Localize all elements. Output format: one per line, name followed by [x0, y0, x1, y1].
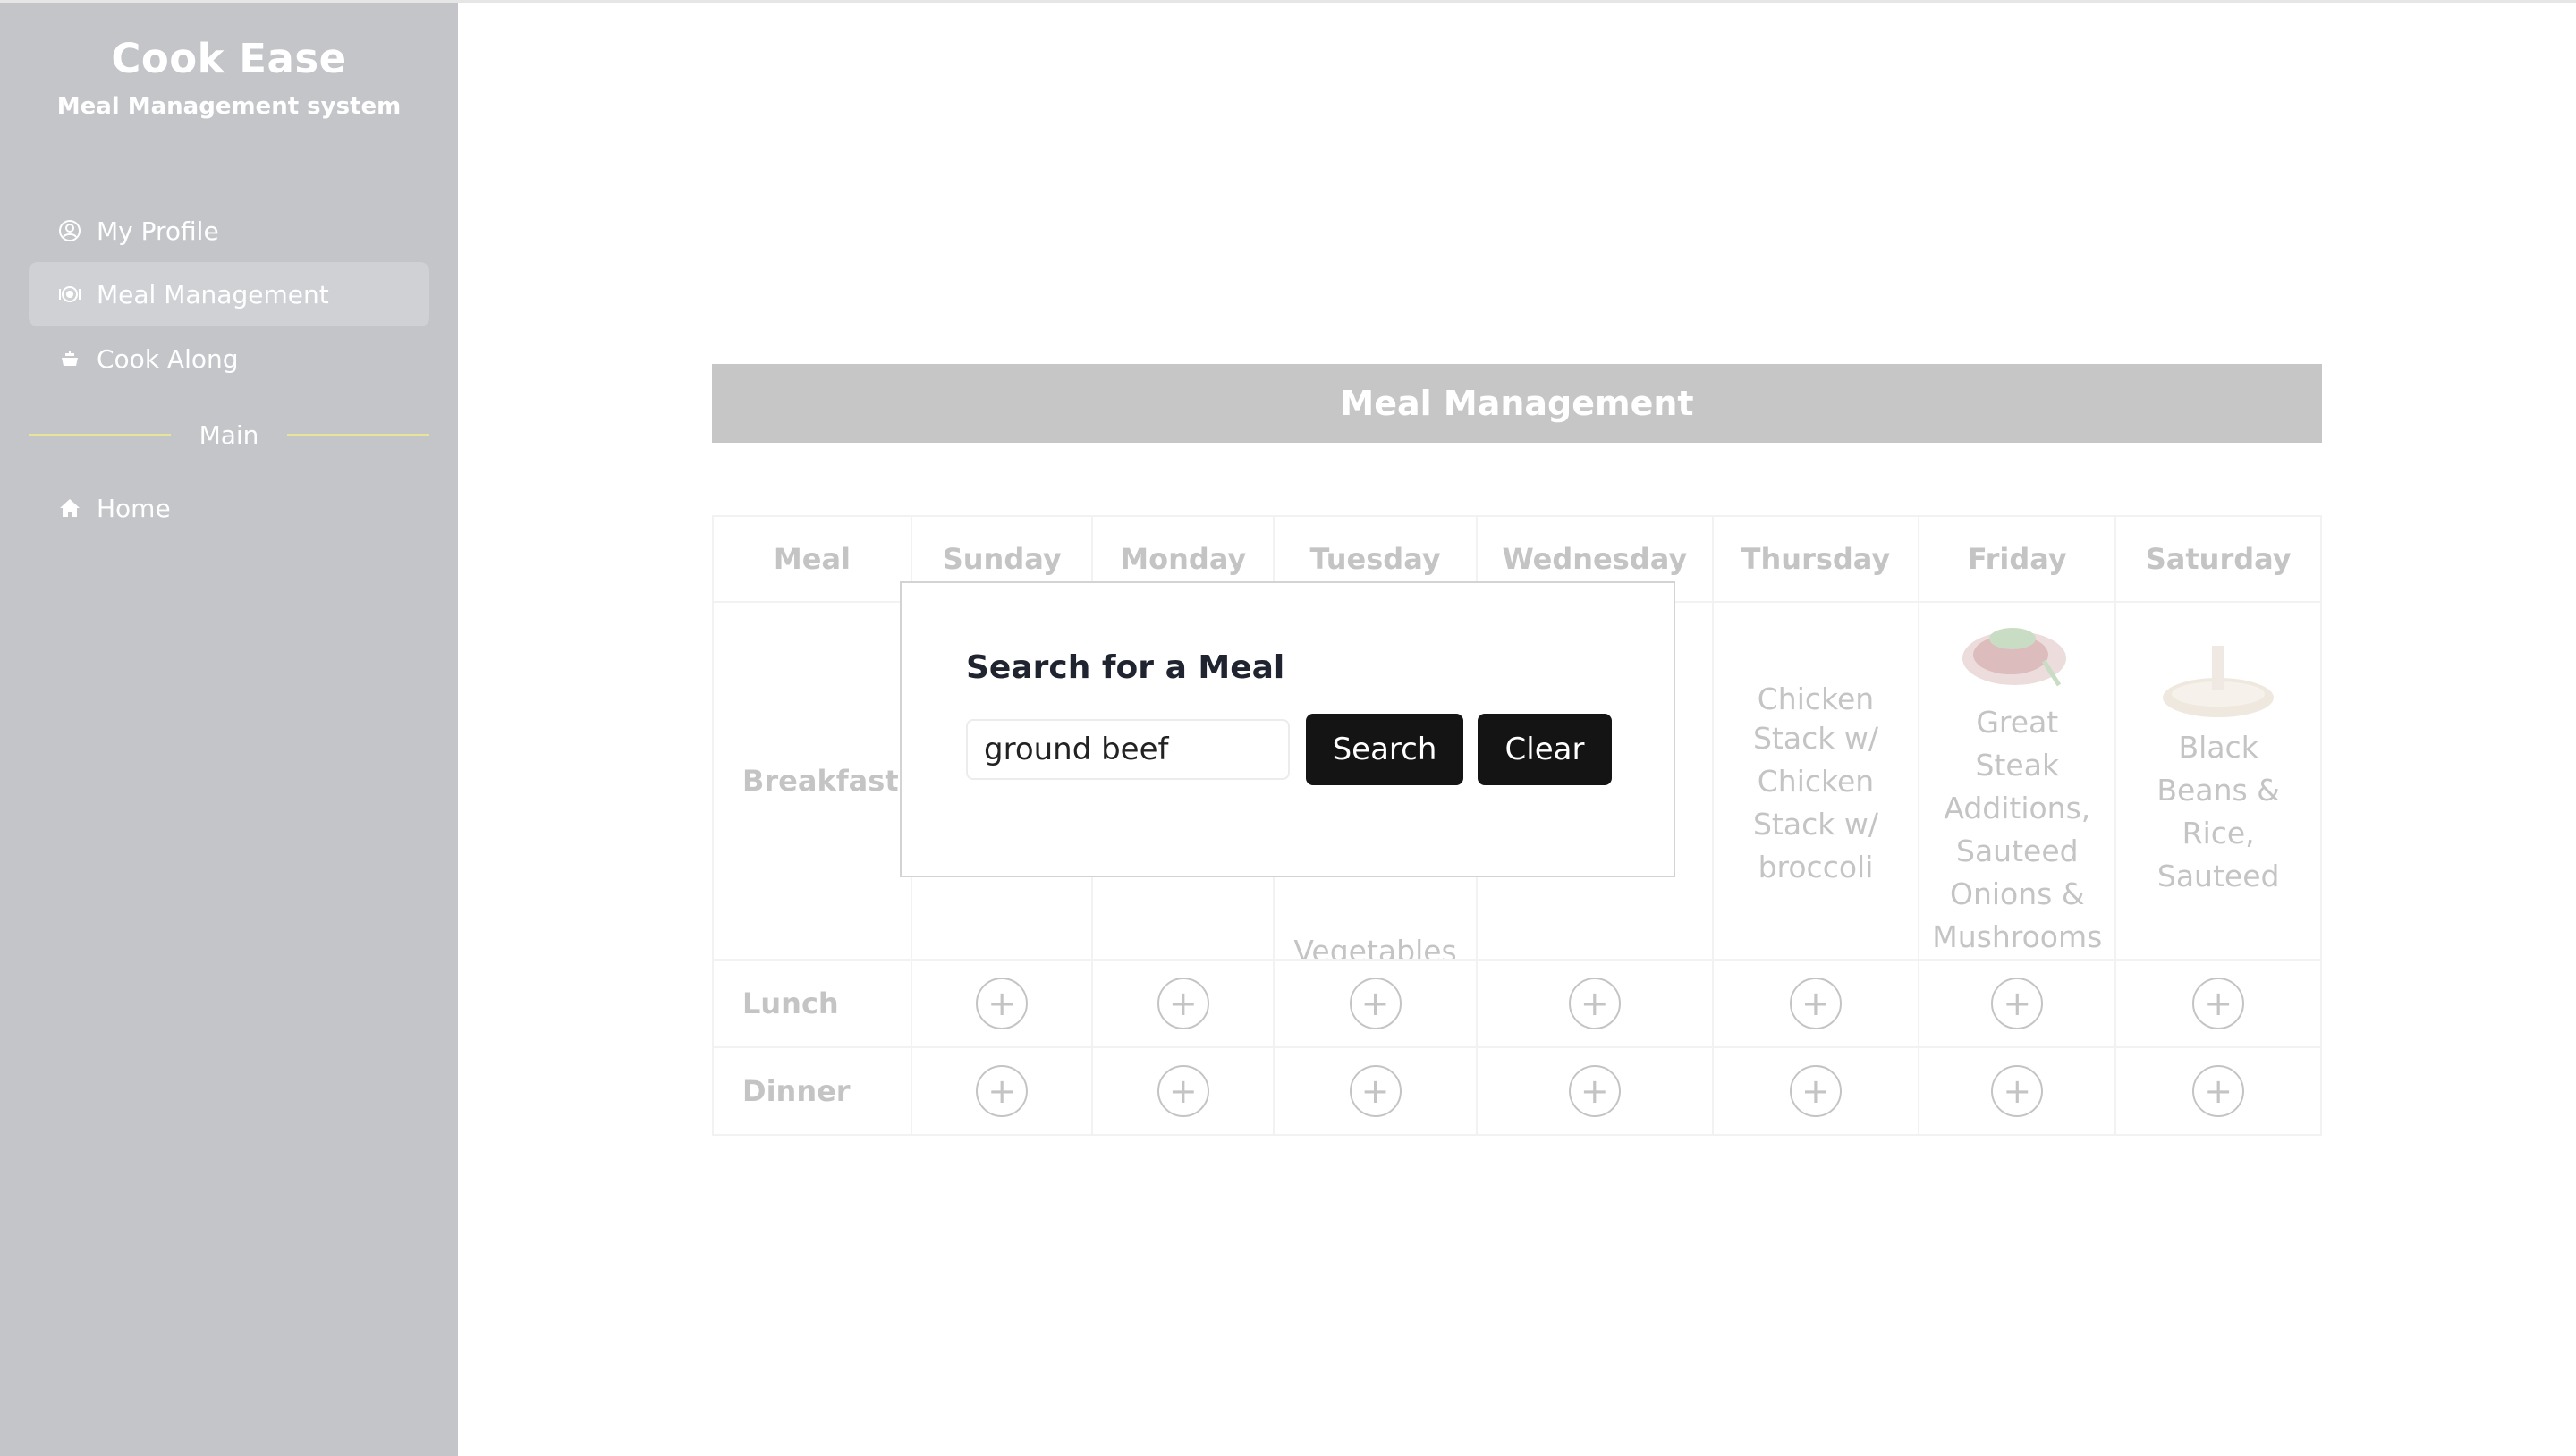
lunch-thursday-cell: + — [1711, 959, 1920, 1048]
home-icon — [57, 495, 82, 521]
sidebar: Cook Ease Meal Management system My Prof… — [0, 3, 458, 1456]
add-meal-button[interactable]: + — [2192, 978, 2245, 1029]
dinner-sunday-cell: + — [910, 1046, 1094, 1136]
lunch-sunday-cell: + — [910, 959, 1094, 1048]
meal-name: Great Steak Additions, Sauteed Onions & … — [1932, 705, 2103, 954]
add-meal-button[interactable]: + — [1991, 1065, 2044, 1117]
meal-name: Black Beans & Rice, Sauteed — [2157, 730, 2280, 893]
sidebar-item-my-profile[interactable]: My Profile — [29, 199, 429, 263]
steak-meal-image — [1962, 628, 2067, 687]
plate-icon — [57, 282, 82, 307]
search-button[interactable]: Search — [1306, 714, 1463, 785]
clear-button[interactable]: Clear — [1478, 714, 1612, 785]
page-title: Meal Management — [1340, 384, 1694, 423]
app-subtitle: Meal Management system — [56, 93, 402, 120]
add-meal-button[interactable]: + — [1991, 978, 2044, 1029]
dinner-monday-cell: + — [1091, 1046, 1275, 1136]
dinner-friday-cell: + — [1918, 1046, 2117, 1136]
add-meal-button[interactable]: + — [2192, 1065, 2245, 1117]
add-meal-button[interactable]: + — [1349, 978, 1402, 1029]
column-header-friday: Friday — [1918, 515, 2117, 603]
dinner-thursday-cell: + — [1711, 1046, 1920, 1136]
lunch-wednesday-cell: + — [1476, 959, 1714, 1048]
sidebar-item-label: Meal Management — [97, 279, 329, 309]
sidebar-item-label: Cook Along — [97, 343, 239, 374]
table-row-lunch: Lunch + + + + + + + — [712, 959, 2322, 1048]
lunch-saturday-cell: + — [2114, 959, 2322, 1048]
table-row-dinner: Dinner + + + + + + + — [712, 1046, 2322, 1136]
sidebar-item-label: Home — [97, 493, 171, 523]
column-header-meal: Meal — [712, 515, 912, 603]
dinner-saturday-cell: + — [2114, 1046, 2322, 1136]
meal-name: Chicken Stack w/ broccoli — [1752, 764, 1878, 885]
broken-image-alt-text: Chicken Stack w/ — [1752, 681, 1878, 756]
sidebar-item-cook-along[interactable]: Cook Along — [29, 326, 429, 391]
page-title-bar: Meal Management — [712, 364, 2322, 443]
sidebar-item-home[interactable]: Home — [29, 476, 429, 540]
section-label: Main — [199, 419, 259, 450]
user-circle-icon — [57, 218, 82, 243]
sidebar-item-label: My Profile — [97, 216, 219, 246]
breakfast-friday-cell[interactable]: Great Steak Additions, Sauteed Onions & … — [1918, 601, 2117, 961]
modal-title: Search for a Meal — [966, 649, 1285, 686]
lunch-tuesday-cell: + — [1273, 959, 1479, 1048]
section-divider-main: Main — [29, 419, 429, 451]
add-meal-button[interactable]: + — [1568, 1065, 1621, 1117]
breakfast-saturday-cell[interactable]: Black Beans & Rice, Sauteed — [2114, 601, 2322, 961]
add-meal-button[interactable]: + — [1789, 1065, 1842, 1117]
meal-search-input[interactable] — [966, 719, 1290, 780]
add-meal-button[interactable]: + — [976, 1065, 1029, 1117]
sidebar-item-meal-management[interactable]: Meal Management — [29, 262, 429, 326]
pot-icon — [57, 346, 82, 371]
lunch-friday-cell: + — [1918, 959, 2117, 1048]
add-meal-button[interactable]: + — [1568, 978, 1621, 1029]
app-logo-title: Cook Ease — [111, 35, 347, 82]
column-header-saturday: Saturday — [2114, 515, 2322, 603]
meal-name: Vegetables — [1293, 934, 1457, 959]
row-header-dinner: Dinner — [712, 1046, 912, 1136]
search-meal-modal: Search for a Meal Search Clear — [900, 581, 1675, 877]
add-meal-button[interactable]: + — [976, 978, 1029, 1029]
beans-rice-meal-image — [2163, 646, 2275, 717]
add-meal-button[interactable]: + — [1157, 978, 1209, 1029]
add-meal-button[interactable]: + — [1157, 1065, 1209, 1117]
row-header-breakfast: Breakfast — [712, 601, 912, 961]
dinner-wednesday-cell: + — [1476, 1046, 1714, 1136]
dinner-tuesday-cell: + — [1273, 1046, 1479, 1136]
column-header-thursday: Thursday — [1711, 515, 1920, 603]
breakfast-thursday-cell[interactable]: Chicken Stack w/ Chicken Stack w/ brocco… — [1711, 601, 1920, 961]
divider-line — [287, 433, 429, 436]
add-meal-button[interactable]: + — [1349, 1065, 1402, 1117]
row-header-lunch: Lunch — [712, 959, 912, 1048]
divider-line — [29, 433, 171, 436]
add-meal-button[interactable]: + — [1789, 978, 1842, 1029]
lunch-monday-cell: + — [1091, 959, 1275, 1048]
